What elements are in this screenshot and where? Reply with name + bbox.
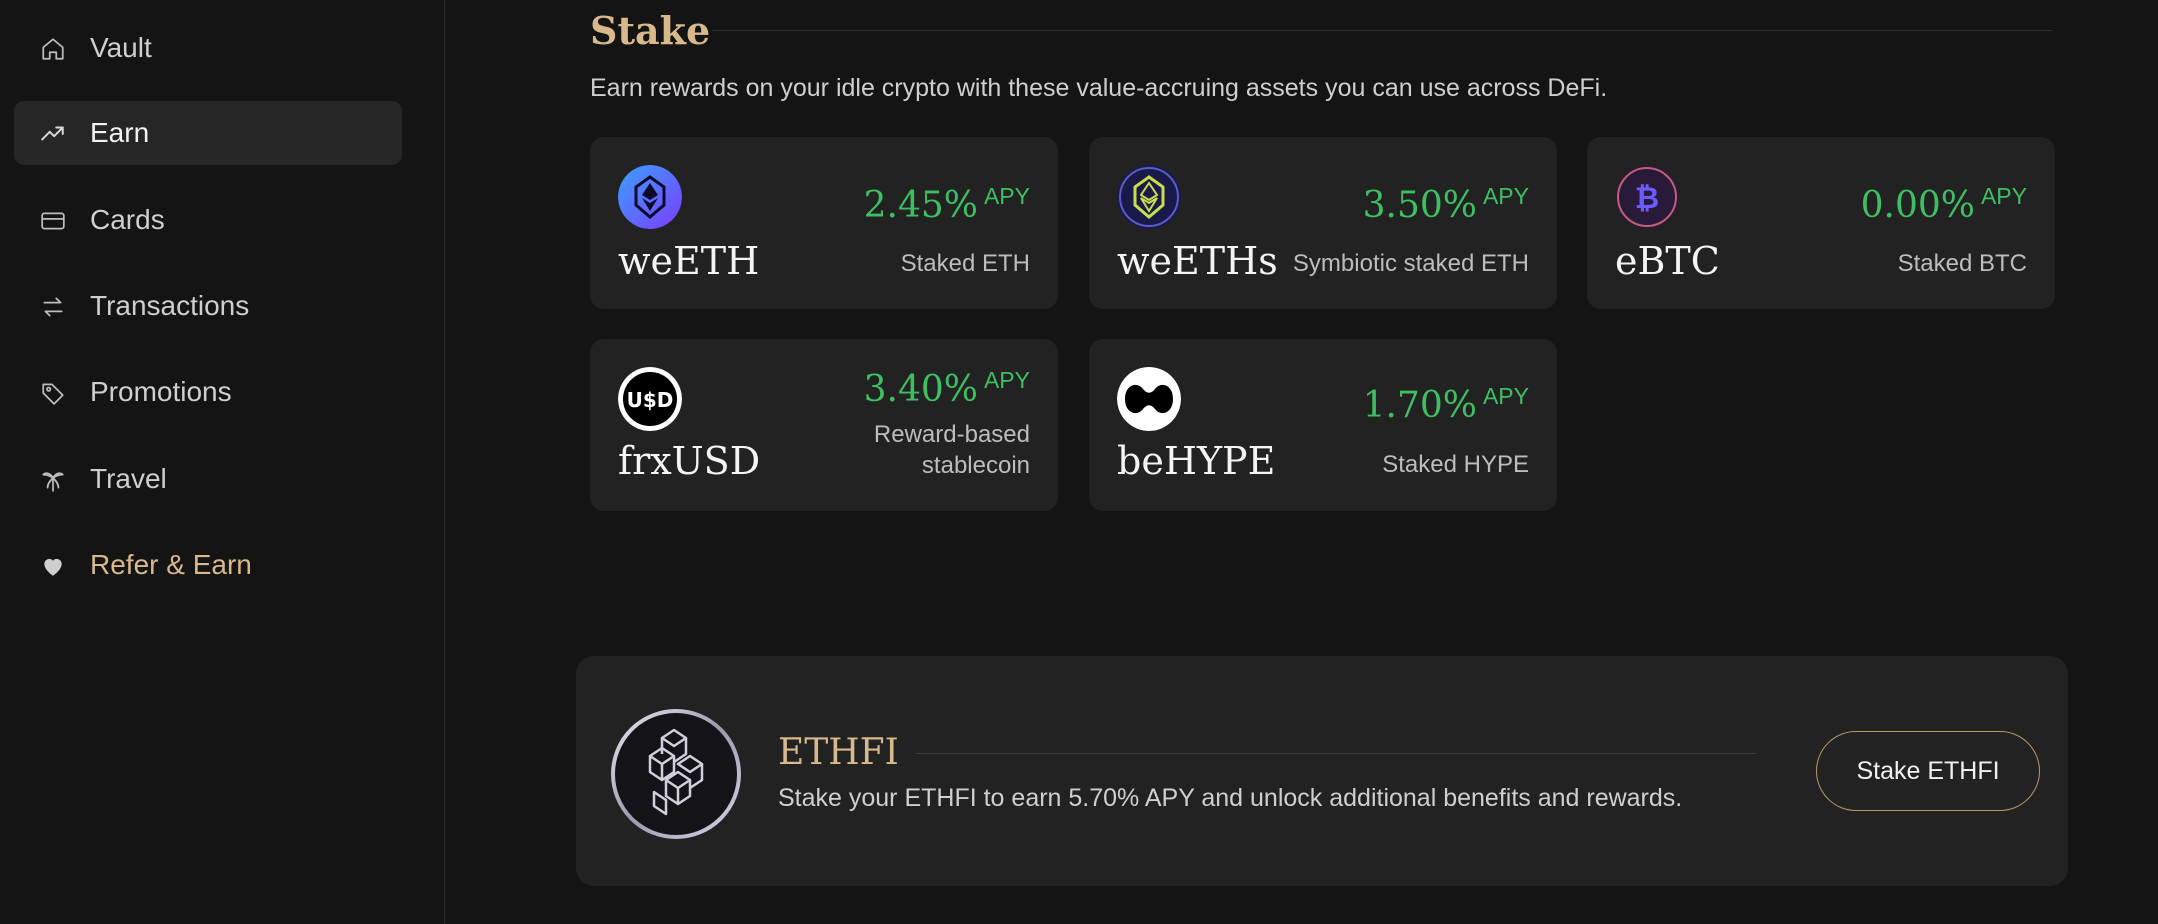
- sidebar-item-label: Refer & Earn: [90, 549, 252, 580]
- sidebar-item-label: Travel: [90, 463, 167, 494]
- svg-text:U$D: U$D: [627, 388, 674, 412]
- sidebar-item-label: Cards: [90, 204, 165, 235]
- asset-name: frxUSD: [618, 439, 761, 483]
- credit-card-icon: [40, 208, 66, 234]
- trending-up-icon: [40, 121, 66, 147]
- home-icon: [40, 36, 66, 62]
- behype-logo-icon: [1117, 367, 1181, 431]
- ebtc-logo-icon: ₿: [1615, 165, 1679, 229]
- sidebar-item-transactions[interactable]: Transactions: [14, 274, 402, 338]
- sidebar-item-refer-earn[interactable]: Refer & Earn: [14, 533, 402, 597]
- tag-icon: [40, 380, 66, 406]
- divider: [712, 30, 2052, 31]
- ethfi-description: Stake your ETHFI to earn 5.70% APY and u…: [778, 784, 1683, 812]
- asset-name: weETHs: [1117, 239, 1278, 283]
- stake-ethfi-button[interactable]: Stake ETHFI: [1816, 731, 2040, 811]
- ethfi-title: ETHFI: [778, 732, 899, 773]
- sidebar-item-cards[interactable]: Cards: [14, 188, 402, 252]
- asset-name: weETH: [618, 239, 760, 283]
- ethfi-banner: ETHFI Stake your ETHFI to earn 5.70% APY…: [576, 656, 2068, 886]
- asset-name: beHYPE: [1117, 439, 1276, 483]
- arrows-swap-icon: [40, 294, 66, 320]
- asset-name: eBTC: [1615, 239, 1720, 283]
- asset-description: Staked ETH: [900, 250, 1030, 277]
- asset-card-frxusd[interactable]: U$D 3.40% APY frxUSD Reward-based stablec…: [590, 339, 1058, 511]
- sidebar-item-vault[interactable]: Vault: [14, 16, 402, 80]
- asset-description: Staked BTC: [1897, 250, 2027, 277]
- sidebar-item-label: Vault: [90, 32, 152, 63]
- asset-card-ebtc[interactable]: ₿ 0.00% APY eBTC Staked BTC: [1587, 137, 2055, 309]
- section-title: Stake: [590, 8, 711, 53]
- divider: [916, 753, 1756, 754]
- heart-icon: [40, 553, 66, 579]
- ethfi-logo-icon: [610, 708, 742, 840]
- svg-text:₿: ₿: [1635, 181, 1659, 216]
- asset-description: Staked HYPE: [1382, 451, 1529, 478]
- sidebar-item-earn[interactable]: Earn: [14, 101, 402, 165]
- apy-value: 3.40% APY: [863, 367, 1030, 410]
- asset-card-weeth[interactable]: 2.45% APY weETH Staked ETH: [590, 137, 1058, 309]
- sidebar: Vault Earn Cards Transactions Promotions: [0, 0, 445, 924]
- sidebar-item-promotions[interactable]: Promotions: [14, 360, 402, 424]
- section-subtitle: Earn rewards on your idle crypto with th…: [590, 74, 1608, 102]
- apy-value: 2.45% APY: [863, 183, 1030, 226]
- weeth-logo-icon: [618, 165, 682, 229]
- apy-value: 0.00% APY: [1860, 183, 2027, 226]
- asset-description: Reward-based stablecoin: [873, 421, 1030, 479]
- app: Vault Earn Cards Transactions Promotions: [0, 0, 2158, 924]
- palm-tree-icon: [40, 467, 66, 493]
- sidebar-item-label: Earn: [90, 117, 150, 148]
- apy-value: 1.70% APY: [1362, 383, 1529, 426]
- asset-card-weeths[interactable]: 3.50% APY weETHs Symbiotic staked ETH: [1089, 137, 1557, 309]
- main-content: Stake Earn rewards on your idle crypto w…: [446, 0, 2158, 924]
- asset-card-behype[interactable]: 1.70% APY beHYPE Staked HYPE: [1089, 339, 1557, 511]
- frxusd-logo-icon: U$D: [618, 367, 682, 431]
- sidebar-item-label: Transactions: [90, 290, 250, 321]
- sidebar-item-travel[interactable]: Travel: [14, 447, 402, 511]
- apy-value: 3.50% APY: [1362, 183, 1529, 226]
- sidebar-item-label: Promotions: [90, 376, 232, 407]
- weeths-logo-icon: [1117, 165, 1181, 229]
- asset-description: Symbiotic staked ETH: [1292, 250, 1529, 277]
